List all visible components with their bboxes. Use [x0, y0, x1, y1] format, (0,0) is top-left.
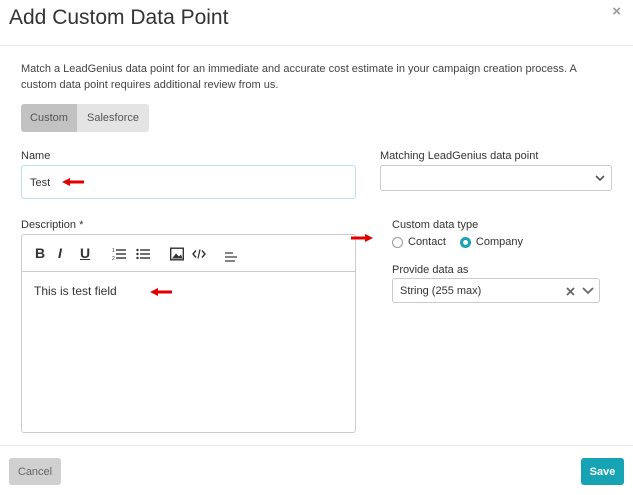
contact-radio-label: Contact [408, 236, 446, 248]
image-icon[interactable] [170, 245, 184, 263]
svg-text:1: 1 [112, 248, 115, 254]
save-button[interactable]: Save [581, 458, 624, 485]
italic-button[interactable]: I [58, 244, 62, 262]
provide-data-as-select[interactable]: String (255 max) [392, 278, 600, 303]
toggle-custom-button[interactable]: Custom [21, 104, 77, 132]
description-editor: B I U 1 2 This is test field [21, 234, 356, 433]
annotation-arrow-icon [351, 234, 373, 242]
chevron-down-icon[interactable] [582, 286, 594, 296]
editor-toolbar: B I U 1 2 [22, 235, 355, 272]
clear-icon[interactable] [566, 287, 575, 296]
cancel-button[interactable]: Cancel [9, 458, 61, 485]
toggle-salesforce-button[interactable]: Salesforce [77, 104, 149, 132]
contact-radio[interactable] [392, 236, 403, 248]
unordered-list-icon[interactable] [136, 245, 150, 263]
svg-text:2: 2 [112, 256, 115, 262]
chevron-down-icon [595, 175, 605, 182]
dialog-footer: Cancel Save [0, 445, 633, 495]
ordered-list-icon[interactable]: 1 2 [112, 245, 126, 263]
matching-label: Matching LeadGenius data point [380, 150, 539, 162]
type-toggle: Custom Salesforce [21, 104, 149, 132]
company-radio-label: Company [475, 236, 523, 248]
annotation-arrow-icon [62, 178, 84, 186]
matching-data-point-select[interactable] [380, 165, 612, 191]
code-icon[interactable] [192, 245, 206, 263]
intro-text: Match a LeadGenius data point for an imm… [21, 63, 577, 91]
custom-data-type-radios: Contact Company [392, 236, 537, 248]
description-label: Description * [21, 219, 84, 231]
company-radio[interactable] [459, 236, 471, 248]
align-icon[interactable] [225, 247, 237, 265]
custom-data-type-label: Custom data type [392, 219, 479, 231]
bold-button[interactable]: B [35, 244, 45, 262]
annotation-arrow-icon [150, 288, 172, 296]
provide-data-as-value: String (255 max) [400, 285, 482, 297]
description-content[interactable]: This is test field [34, 284, 117, 298]
provide-data-as-label: Provide data as [392, 264, 469, 276]
close-icon[interactable]: × [612, 4, 621, 20]
underline-button[interactable]: U [80, 244, 90, 262]
add-custom-data-point-dialog: Add Custom Data Point × Match a LeadGeni… [0, 0, 633, 495]
dialog-header: Add Custom Data Point × [0, 0, 633, 46]
name-value: Test [30, 177, 51, 189]
dialog-title: Add Custom Data Point [9, 6, 229, 29]
name-label: Name [21, 150, 51, 162]
